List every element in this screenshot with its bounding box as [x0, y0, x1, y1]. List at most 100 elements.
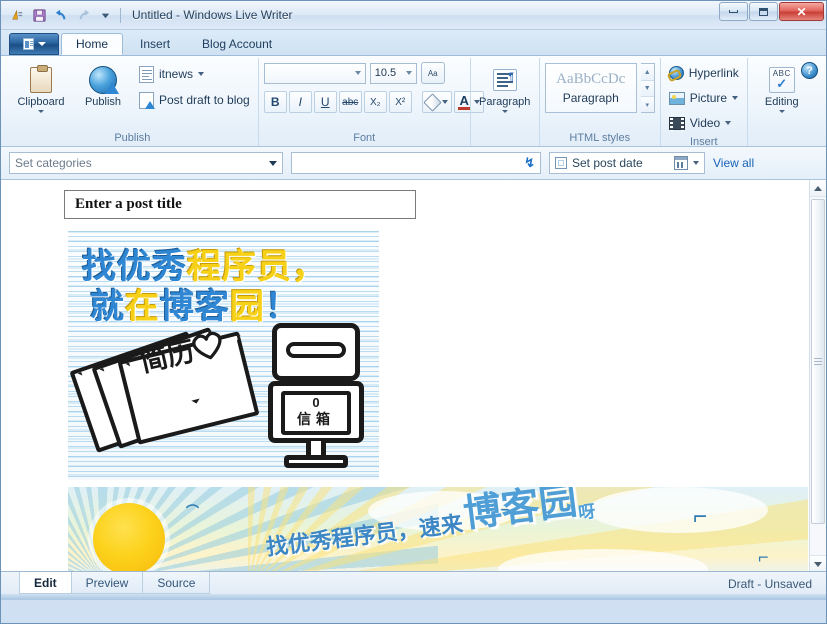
redo-icon: [73, 5, 93, 25]
chevron-down-icon[interactable]: [693, 161, 699, 165]
application-menu-button[interactable]: [9, 33, 59, 55]
view-tab-preview[interactable]: Preview: [71, 572, 144, 594]
window-title: Untitled - Windows Live Writer: [132, 8, 293, 22]
video-icon: [668, 116, 685, 131]
writer-logo-icon[interactable]: [7, 5, 27, 25]
superscript-button[interactable]: X²: [388, 91, 412, 113]
set-post-date-checkbox[interactable]: [555, 157, 567, 169]
ribbon-group-html-styles: AaBbCcDc Paragraph ▲ ▼ ▾ HTML styles: [538, 58, 660, 146]
subscript-icon: X₂: [369, 96, 381, 108]
chevron-down-icon: [269, 160, 277, 166]
chevron-down-icon[interactable]: [95, 5, 115, 25]
scroll-up-button[interactable]: [810, 180, 826, 197]
italic-icon: I: [298, 95, 302, 109]
highlight-button[interactable]: [421, 91, 452, 113]
scroll-down-button[interactable]: ▼: [640, 80, 654, 96]
ribbon-group-insert: Hyperlink Picture Video Insert: [659, 58, 747, 148]
picture-icon: [668, 91, 685, 105]
quick-access-toolbar: [7, 5, 124, 25]
window-controls: ✕: [719, 2, 824, 21]
chevron-down-icon: [198, 72, 205, 76]
refresh-icon[interactable]: ↯: [524, 155, 535, 171]
subscript-button[interactable]: X₂: [363, 91, 387, 113]
group-label-paragraph: [476, 131, 534, 146]
post-editor[interactable]: Enter a post title 找优秀程序员， 就在博客园！ 简历 0 信…: [1, 180, 826, 572]
publish-button[interactable]: Publish: [74, 60, 132, 109]
blog-selector-button[interactable]: itnews: [136, 62, 253, 86]
bold-icon: B: [270, 95, 280, 109]
tab-insert[interactable]: Insert: [125, 33, 185, 55]
title-bar: Untitled - Windows Live Writer ✕: [1, 1, 826, 30]
underline-button[interactable]: U: [313, 91, 337, 113]
toolbar-separator: [120, 7, 121, 23]
bold-button[interactable]: B: [263, 91, 287, 113]
maximize-button[interactable]: [749, 2, 778, 21]
categories-combo[interactable]: Set categories: [9, 152, 283, 174]
help-icon[interactable]: ?: [801, 62, 818, 79]
post-date-control[interactable]: Set post date: [549, 152, 705, 174]
picture-button[interactable]: Picture: [666, 86, 742, 110]
post-title-input[interactable]: Enter a post title: [64, 190, 416, 219]
group-label-editing: [753, 131, 811, 146]
mailbox-label: 信箱: [297, 412, 335, 428]
gallery-expand-button[interactable]: ▾: [640, 96, 654, 112]
style-gallery-item-paragraph[interactable]: AaBbCcDc Paragraph: [544, 63, 637, 113]
ribbon-group-font: 10.5 Aa B I U abc X₂ X² A Font: [257, 58, 484, 146]
close-button[interactable]: ✕: [779, 2, 824, 21]
minimize-button[interactable]: [719, 2, 748, 21]
font-size-combo[interactable]: 10.5: [369, 62, 417, 84]
chevron-down-icon: [405, 71, 412, 75]
style-name-label: Paragraph: [562, 91, 619, 105]
picture-label: Picture: [689, 91, 728, 105]
document-icon: [22, 38, 34, 50]
post-body[interactable]: 找优秀程序员， 就在博客园！ 简历 0 信箱 ⌒ ⌐ ⌐ ⌐ 找优秀程序员， 速…: [68, 231, 826, 571]
clear-formatting-button[interactable]: Aa: [420, 62, 445, 84]
calendar-icon[interactable]: [674, 156, 688, 170]
font-size-value: 10.5: [374, 67, 397, 79]
scroll-down-button[interactable]: [810, 555, 826, 571]
post-draft-button[interactable]: Post draft to blog: [136, 88, 253, 112]
font-name-combo[interactable]: [263, 62, 366, 84]
view-all-link[interactable]: View all: [713, 156, 754, 170]
style-gallery-scroll: ▲ ▼ ▾: [640, 63, 655, 113]
tags-input[interactable]: ↯: [291, 152, 541, 174]
view-tab-edit[interactable]: Edit: [19, 572, 72, 594]
scrollbar-track[interactable]: [810, 197, 826, 555]
post-image-banner[interactable]: ⌒ ⌐ ⌐ ⌐ 找优秀程序员， 速来 博客园 呀: [68, 487, 808, 571]
paragraph-button[interactable]: ¶ Paragraph: [476, 60, 534, 114]
tab-home[interactable]: Home: [61, 33, 124, 55]
video-button[interactable]: Video: [666, 111, 742, 135]
seagull-icon: ⌒: [186, 504, 200, 519]
group-label-html-styles: HTML styles: [569, 132, 631, 144]
view-tab-source[interactable]: Source: [143, 572, 211, 594]
status-bar: Edit Preview Source Draft - Unsaved: [1, 572, 826, 600]
clipboard-label: Clipboard: [17, 96, 65, 108]
post-image-illustration[interactable]: 找优秀程序员， 就在博客园！ 简历 0 信箱: [68, 231, 379, 480]
strikethrough-button[interactable]: abc: [338, 91, 362, 113]
spellcheck-icon: ABC ✓: [768, 64, 795, 96]
seagull-icon: ⌐: [758, 547, 769, 567]
font-color-letter: A: [459, 92, 469, 108]
grip-icon: [814, 356, 822, 367]
style-preview-text: AaBbCcDc: [556, 71, 626, 87]
scrollbar-thumb[interactable]: [811, 199, 825, 524]
save-icon[interactable]: [29, 5, 49, 25]
scroll-up-button[interactable]: ▲: [640, 64, 654, 80]
blog-icon: [139, 65, 154, 83]
chevron-down-icon: [725, 121, 732, 125]
set-post-date-label: Set post date: [572, 156, 643, 170]
editor-scrollbar[interactable]: [809, 180, 826, 571]
clipboard-button[interactable]: Clipboard: [12, 60, 70, 114]
hyperlink-button[interactable]: Hyperlink: [666, 61, 742, 85]
chevron-down-icon: [441, 100, 448, 104]
view-tab-label: Edit: [34, 575, 57, 590]
undo-icon[interactable]: [51, 5, 71, 25]
ribbon-group-publish: Clipboard Publish itnews Post draft to b…: [7, 58, 258, 146]
chevron-down-icon: [38, 110, 44, 113]
view-all-label: View all: [713, 156, 755, 170]
italic-button[interactable]: I: [288, 91, 312, 113]
tab-blog-account[interactable]: Blog Account: [187, 33, 287, 55]
underline-icon: U: [320, 95, 330, 109]
tab-label: Insert: [140, 37, 171, 51]
blog-name-label: itnews: [159, 67, 194, 81]
